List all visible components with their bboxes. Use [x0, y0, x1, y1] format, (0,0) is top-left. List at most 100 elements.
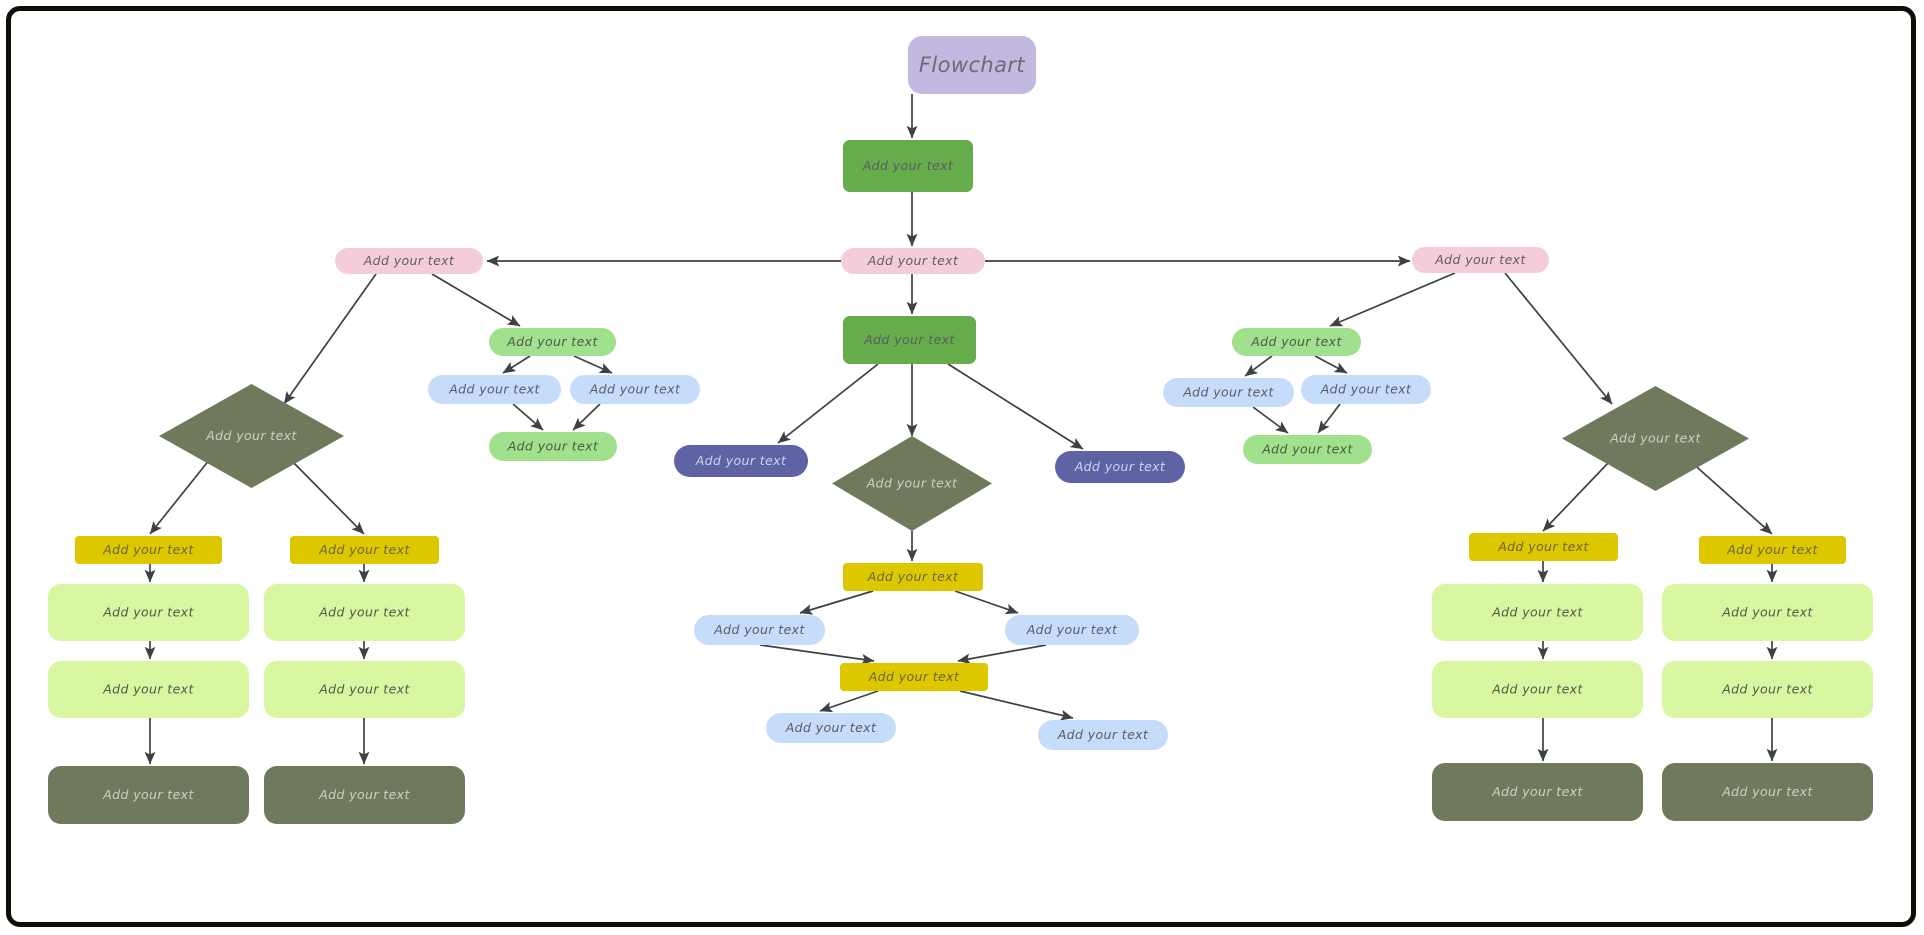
- node-label: Add your text: [318, 682, 410, 697]
- flow-node[interactable]: Add your text: [766, 713, 896, 743]
- node-label: Add your text: [695, 453, 787, 468]
- flow-connector: [1244, 355, 1273, 377]
- flow-node[interactable]: Add your text: [335, 248, 483, 274]
- flowchart-diagram: Flowchart Add your text Add your text Add y…: [48, 36, 1873, 824]
- flow-connector: [283, 273, 377, 405]
- flow-node[interactable]: Add your text: [1005, 615, 1139, 645]
- node-label: Add your text: [785, 720, 877, 735]
- flow-node[interactable]: Add your text: [159, 384, 344, 488]
- node-label: Add your text: [713, 622, 805, 637]
- flow-connector: [289, 458, 365, 535]
- node-label: Add your text: [1491, 682, 1583, 697]
- node-label: Add your text: [1721, 784, 1813, 799]
- node-label: Add your text: [1721, 605, 1813, 620]
- node-label: Add your text: [1026, 622, 1118, 637]
- node-label: Add your text: [1434, 252, 1526, 267]
- flow-node[interactable]: Add your text: [1469, 533, 1618, 561]
- node-label: Add your text: [1497, 539, 1589, 554]
- node-label: Flowchart: [919, 53, 1025, 77]
- flow-node[interactable]: Add your text: [1243, 435, 1372, 464]
- flow-node[interactable]: Add your text: [428, 375, 561, 404]
- node-label: Add your text: [1609, 431, 1701, 446]
- node-label: Add your text: [1721, 682, 1813, 697]
- flow-node[interactable]: Add your text: [1662, 661, 1873, 718]
- flow-node[interactable]: Add your text: [1662, 584, 1873, 641]
- node-label: Add your text: [589, 382, 681, 397]
- node-label: Add your text: [318, 605, 410, 620]
- flow-node[interactable]: Add your text: [1662, 763, 1873, 821]
- node-label: Add your text: [862, 158, 954, 173]
- flowchart-root-node[interactable]: Flowchart: [908, 36, 1036, 94]
- node-label: Add your text: [102, 605, 194, 620]
- node-label: Add your text: [866, 476, 958, 491]
- flow-node[interactable]: Add your text: [843, 563, 983, 591]
- flow-connector: [819, 690, 879, 713]
- flow-node[interactable]: Add your text: [264, 584, 465, 641]
- node-label: Add your text: [1074, 459, 1166, 474]
- flow-connector: [572, 403, 601, 431]
- flow-node[interactable]: Add your text: [674, 445, 808, 477]
- node-label: Add your text: [863, 332, 955, 347]
- node-label: Add your text: [318, 542, 410, 557]
- flow-connector: [954, 590, 1019, 615]
- flow-node[interactable]: Add your text: [48, 584, 249, 641]
- flow-node[interactable]: Add your text: [75, 536, 222, 564]
- node-label: Add your text: [448, 382, 540, 397]
- flow-node[interactable]: Add your text: [48, 766, 249, 824]
- flow-node[interactable]: Add your text: [48, 661, 249, 718]
- flow-connector: [957, 644, 1047, 665]
- node-label: Add your text: [507, 439, 599, 454]
- node-label: Add your text: [1726, 542, 1818, 557]
- flow-node[interactable]: Add your text: [264, 661, 465, 718]
- node-label: Add your text: [867, 253, 959, 268]
- flow-node[interactable]: Add your text: [1232, 328, 1361, 356]
- flow-node[interactable]: Add your text: [843, 316, 976, 364]
- flow-connector: [799, 590, 874, 615]
- flow-connector: [1504, 272, 1613, 405]
- flow-node[interactable]: Add your text: [841, 248, 985, 274]
- flow-node[interactable]: Add your text: [290, 536, 439, 564]
- flow-connector: [947, 363, 1084, 450]
- flow-connector: [777, 363, 879, 444]
- flow-connector: [431, 273, 521, 327]
- flow-node[interactable]: Add your text: [1163, 378, 1294, 407]
- flow-node[interactable]: Add your text: [1432, 763, 1643, 821]
- node-label: Add your text: [868, 669, 960, 684]
- node-label: Add your text: [1320, 382, 1412, 397]
- flow-node[interactable]: Add your text: [489, 328, 616, 356]
- node-label: Add your text: [102, 682, 194, 697]
- flow-node[interactable]: Add your text: [843, 140, 973, 192]
- flow-connector: [1329, 272, 1456, 327]
- flowchart-canvas: Flowchart Add your text Add your text Add y…: [0, 0, 1924, 935]
- flow-node[interactable]: Add your text: [1055, 451, 1185, 483]
- flow-node[interactable]: Add your text: [1301, 375, 1431, 404]
- nodes-layer: Flowchart Add your text Add your text Add y…: [48, 36, 1873, 824]
- flow-node[interactable]: Add your text: [840, 663, 988, 691]
- flow-node[interactable]: Add your text: [1412, 247, 1549, 273]
- flow-node[interactable]: Add your text: [264, 766, 465, 824]
- flow-connector: [573, 355, 613, 374]
- flow-node[interactable]: Add your text: [1432, 661, 1643, 718]
- flow-connector: [1314, 355, 1348, 374]
- flow-node[interactable]: Add your text: [489, 432, 617, 461]
- flow-connector: [1252, 406, 1289, 434]
- flow-node[interactable]: Add your text: [694, 615, 825, 645]
- node-label: Add your text: [1491, 605, 1583, 620]
- flow-node[interactable]: Add your text: [1038, 720, 1168, 750]
- node-label: Add your text: [1250, 334, 1342, 349]
- flow-node[interactable]: Add your text: [1699, 536, 1846, 564]
- flow-node[interactable]: Add your text: [832, 436, 992, 531]
- node-label: Add your text: [1182, 385, 1274, 400]
- node-label: Add your text: [363, 253, 455, 268]
- node-label: Add your text: [1491, 784, 1583, 799]
- node-label: Add your text: [318, 787, 410, 802]
- flow-connector: [759, 644, 875, 665]
- node-label: Add your text: [102, 542, 194, 557]
- flow-node[interactable]: Add your text: [1432, 584, 1643, 641]
- flow-node[interactable]: Add your text: [570, 375, 700, 404]
- flow-connector: [149, 458, 211, 535]
- flow-node[interactable]: Add your text: [1562, 386, 1749, 491]
- node-label: Add your text: [102, 787, 194, 802]
- node-label: Add your text: [1057, 727, 1149, 742]
- flow-connector: [502, 355, 531, 374]
